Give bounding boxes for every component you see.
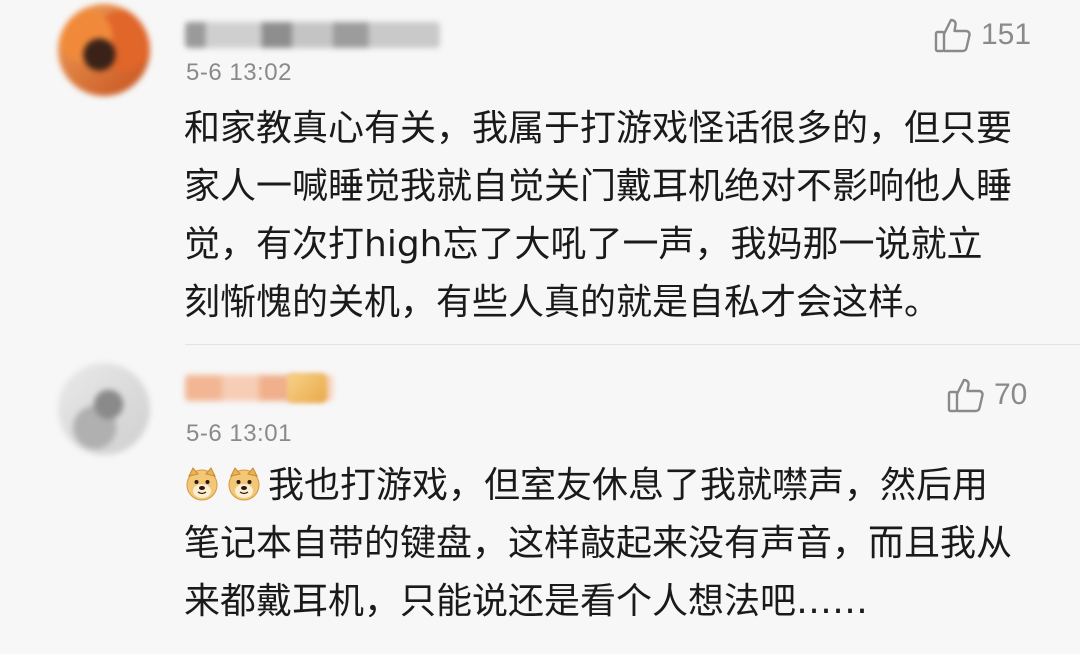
username-blurred[interactable] [185, 22, 440, 48]
comment-text-segment: 我也打游戏，但室友休息了我就噤声，然后用 [268, 465, 989, 506]
like-count: 151 [981, 18, 1032, 51]
comment-text-line: 和家教真心有关，我属于打游戏怪话很多的，但只要 [184, 108, 1013, 149]
comment-text: 和家教真心有关，我属于打游戏怪话很多的，但只要 家人一喊睡觉我就自觉关门戴耳机绝… [184, 100, 1064, 332]
comment-text-line: 家人一喊睡觉我就自觉关门戴耳机绝对不影响他人睡 [184, 166, 1013, 207]
comment-item: 5-6 13:01 70 我也打游戏，但室友休息了我就噤声，然后用 笔记本自带的… [0, 345, 1080, 654]
thumbs-up-icon [933, 15, 973, 55]
thumbs-up-icon [946, 375, 986, 415]
like-button[interactable]: 70 [946, 375, 1027, 415]
comment-item: 5-6 13:02 151 和家教真心有关，我属于打游戏怪话很多的，但只要 家人… [0, 0, 1080, 344]
comment-time: 5-6 13:02 [186, 59, 292, 86]
vip-badge [287, 373, 327, 403]
comment-text-line: 来都戴耳机，只能说还是看个人想法吧…… [184, 581, 869, 622]
like-button[interactable]: 151 [933, 15, 1031, 55]
comment-text-line: 觉，有次打high忘了大吼了一声，我妈那一说就立 [184, 224, 983, 265]
doge-emoji-icon [184, 466, 220, 502]
avatar[interactable] [58, 4, 150, 96]
comment-text: 我也打游戏，但室友休息了我就噤声，然后用 笔记本自带的键盘，这样敲起来没有声音，… [184, 457, 1064, 631]
comment-text-line: 刻惭愧的关机，有些人真的就是自私才会这样。 [184, 282, 941, 323]
comment-text-line: 笔记本自带的键盘，这样敲起来没有声音，而且我从 [184, 523, 1013, 564]
comment-time: 5-6 13:01 [186, 420, 292, 447]
doge-emoji-icon [226, 466, 262, 502]
like-count: 70 [994, 378, 1028, 411]
avatar[interactable] [58, 363, 150, 455]
comment-text-line: 我也打游戏，但室友休息了我就噤声，然后用 [184, 457, 1064, 515]
